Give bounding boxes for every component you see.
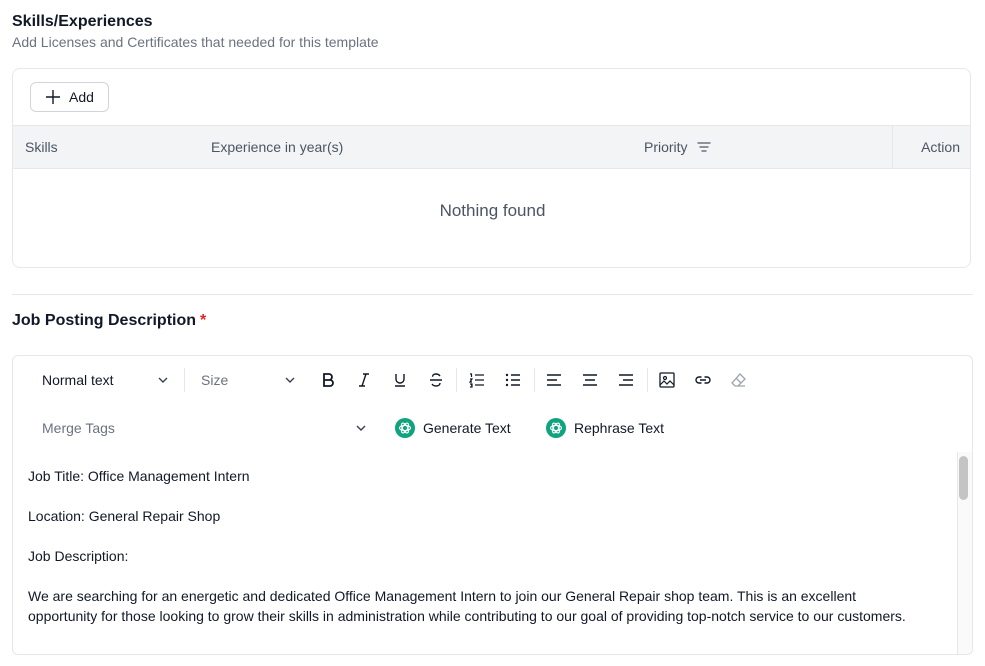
openai-icon [546, 418, 566, 438]
strikethrough-button[interactable] [424, 368, 448, 392]
toolbar-separator [184, 368, 185, 392]
generate-text-label: Generate Text [423, 420, 511, 436]
priority-label: Priority [644, 139, 688, 155]
editor-paragraph: Job Title: Office Management Intern [28, 468, 250, 484]
align-left-icon [547, 374, 561, 386]
font-size-placeholder: Size [201, 372, 229, 388]
skills-section-subtitle: Add Licenses and Certificates that neede… [12, 34, 379, 50]
text-style-select[interactable]: Normal text [42, 368, 170, 392]
rephrase-text-button[interactable]: Rephrase Text [546, 416, 664, 440]
merge-tags-select[interactable]: Merge Tags [42, 416, 368, 440]
merge-tags-placeholder: Merge Tags [42, 420, 115, 436]
image-icon [659, 372, 675, 388]
strikethrough-icon [430, 373, 442, 387]
underline-icon [395, 374, 405, 387]
editor-paragraph: Location: General Repair Shop [28, 508, 221, 524]
editor-scrollbar-thumb[interactable] [959, 456, 968, 500]
generate-text-button[interactable]: Generate Text [395, 416, 511, 440]
italic-icon [359, 373, 369, 387]
openai-icon [395, 418, 415, 438]
chevron-down-icon [356, 425, 366, 431]
ordered-list-button[interactable] [465, 368, 489, 392]
plus-icon [46, 90, 61, 104]
align-left-button[interactable] [542, 368, 566, 392]
toolbar-separator [647, 368, 648, 392]
ordered-list-icon [468, 373, 484, 388]
add-skill-label: Add [69, 89, 94, 105]
eraser-icon [731, 373, 746, 387]
section-divider [12, 294, 973, 295]
chevron-down-icon [285, 377, 295, 383]
skills-section-title: Skills/Experiences [12, 13, 153, 30]
align-right-icon [619, 374, 633, 386]
italic-button[interactable] [352, 368, 376, 392]
insert-link-button[interactable] [691, 368, 715, 392]
editor-toolbar: Normal text Size [13, 356, 972, 404]
text-style-value: Normal text [42, 372, 114, 388]
skills-table-card: Add Skills Experience in year(s) Priorit… [12, 68, 971, 268]
filter-icon[interactable] [696, 139, 712, 155]
font-size-select[interactable]: Size [201, 368, 297, 392]
job-posting-title-text: Job Posting Description [12, 312, 197, 329]
align-center-button[interactable] [578, 368, 602, 392]
editor-paragraph: We are searching for an energetic and de… [28, 588, 906, 624]
insert-image-button[interactable] [655, 368, 679, 392]
align-right-button[interactable] [614, 368, 638, 392]
underline-button[interactable] [388, 368, 412, 392]
add-skill-button[interactable]: Add [30, 82, 109, 112]
editor-toolbar-secondary: Merge Tags Generate Text Rephrase Text [13, 404, 972, 452]
link-icon [695, 376, 711, 384]
align-center-icon [583, 374, 597, 386]
editor-paragraph: Job Description: [28, 548, 129, 564]
toolbar-separator [534, 368, 535, 392]
chevron-down-icon [158, 377, 168, 383]
clear-format-button[interactable] [727, 368, 751, 392]
bold-icon [323, 373, 334, 387]
required-marker: * [200, 312, 207, 329]
rich-text-editor: Normal text Size Merge Tags Generate Tex… [12, 355, 973, 655]
bullet-list-icon [505, 373, 520, 387]
empty-state-text: Nothing found [439, 201, 546, 220]
rephrase-text-label: Rephrase Text [574, 420, 665, 436]
job-posting-title: Job Posting Description * [12, 312, 206, 330]
bold-button[interactable] [316, 368, 340, 392]
editor-content[interactable]: Job Title: Office Management Intern Loca… [28, 466, 918, 646]
bullet-list-button[interactable] [501, 368, 525, 392]
toolbar-separator [456, 368, 457, 392]
